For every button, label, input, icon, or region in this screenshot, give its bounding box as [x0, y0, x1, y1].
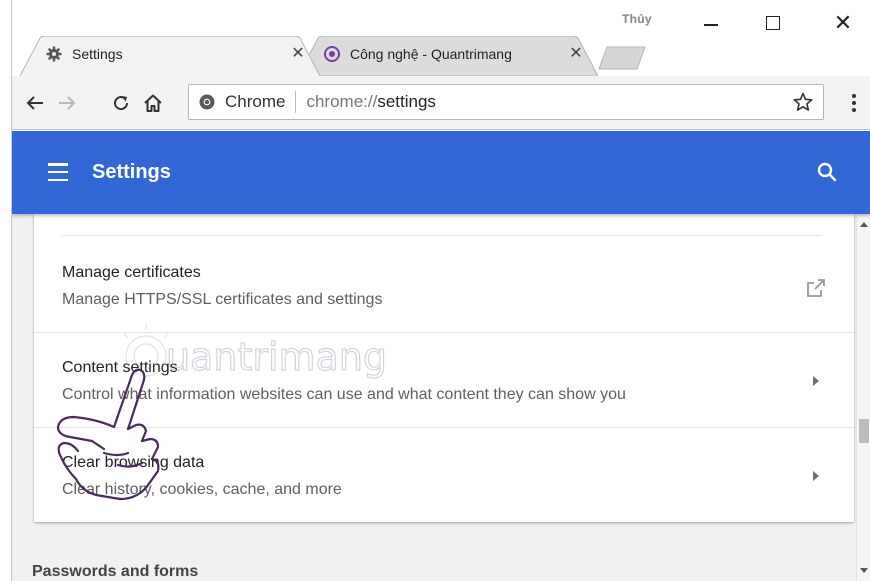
forward-arrow-icon [59, 96, 76, 110]
minimize-button[interactable] [688, 8, 734, 38]
external-link-icon[interactable] [806, 278, 826, 298]
close-window-button[interactable]: ✕ [820, 8, 866, 38]
url-text[interactable]: chrome://settings [306, 92, 435, 112]
row-subtitle: Control what information websites can us… [62, 386, 626, 403]
row-title: Clear browsing data [62, 454, 205, 471]
chrome-menu-button[interactable] [848, 90, 860, 116]
maximize-icon [766, 16, 780, 30]
row-clear-browsing-data[interactable]: Clear browsing data Clear history, cooki… [34, 428, 854, 523]
tab-settings[interactable]: Settings ✕ [20, 36, 320, 76]
page-title: Settings [92, 161, 171, 183]
minimize-icon [704, 24, 718, 26]
chevron-right-icon [813, 471, 819, 481]
window-frame-left [0, 0, 12, 581]
new-tab-button[interactable] [597, 46, 647, 70]
home-icon [144, 94, 162, 112]
scroll-down-arrow-icon[interactable] [860, 568, 868, 573]
menu-dot-icon [852, 108, 856, 112]
omnibox-separator [295, 91, 297, 113]
scroll-thumb[interactable] [859, 419, 869, 443]
url-path: settings [377, 92, 436, 111]
row-manage-certificates[interactable]: Manage certificates Manage HTTPS/SSL cer… [34, 238, 854, 333]
quantrimang-logo-icon [324, 46, 340, 62]
section-title-passwords: Passwords and forms [32, 563, 199, 580]
forward-button[interactable] [54, 90, 80, 116]
close-icon: ✕ [833, 10, 853, 35]
tab-close-icon[interactable]: ✕ [568, 46, 584, 62]
settings-content: Manage certificates Manage HTTPS/SSL cer… [12, 214, 856, 581]
back-arrow-icon [26, 96, 43, 110]
chevron-right-icon [813, 376, 819, 386]
hamburger-menu-icon[interactable] [48, 163, 68, 181]
row-title: Content settings [62, 359, 178, 376]
row-content-settings[interactable]: Content settings Control what informatio… [34, 333, 854, 428]
previous-row-cutoff [62, 214, 822, 236]
row-subtitle: Clear history, cookies, cache, and more [62, 481, 342, 498]
scroll-up-arrow-icon[interactable] [860, 222, 868, 227]
tab-close-icon[interactable]: ✕ [290, 46, 306, 62]
reload-button[interactable] [108, 90, 134, 116]
tab-quantrimang[interactable]: Công nghệ - Quantrimang ✕ [298, 36, 598, 76]
menu-dot-icon [852, 94, 856, 98]
row-subtitle: Manage HTTPS/SSL certificates and settin… [62, 291, 383, 308]
url-scheme: chrome:// [306, 92, 378, 111]
gear-icon [46, 46, 62, 62]
maximize-button[interactable] [750, 8, 796, 38]
omnibox[interactable]: Chrome chrome://settings [188, 84, 824, 120]
menu-dot-icon [852, 101, 856, 105]
chrome-icon [199, 94, 215, 110]
search-icon[interactable] [814, 159, 840, 185]
browser-toolbar: Chrome chrome://settings [12, 76, 870, 130]
reload-icon [114, 96, 129, 111]
home-button[interactable] [140, 90, 166, 116]
tab-title: Settings [72, 46, 123, 62]
settings-header: Settings [12, 131, 870, 214]
back-button[interactable] [22, 90, 48, 116]
tab-title: Công nghệ - Quantrimang [350, 46, 512, 62]
bookmark-star-icon[interactable] [793, 92, 813, 112]
settings-card: Manage certificates Manage HTTPS/SSL cer… [34, 214, 854, 522]
profile-name[interactable]: Thủy [622, 12, 652, 26]
scrollbar[interactable] [856, 214, 870, 581]
omnibox-chip-label: Chrome [225, 92, 286, 111]
row-title: Manage certificates [62, 264, 201, 281]
